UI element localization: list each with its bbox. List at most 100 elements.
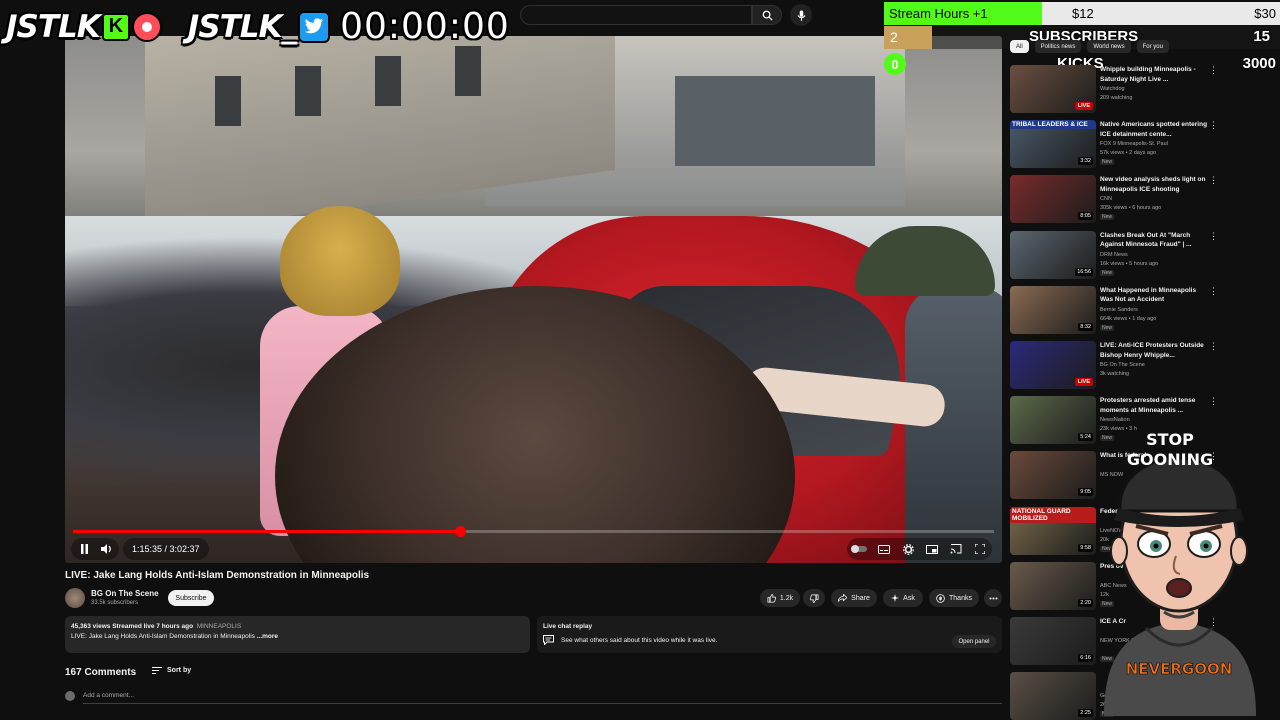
recommended-video-title[interactable]: Whipple building Minneapolis - Saturday … bbox=[1100, 65, 1208, 84]
recommended-video-title[interactable]: Native Americans spotted entering ICE de… bbox=[1100, 120, 1208, 139]
video-thumbnail[interactable]: NATIONAL GUARD MOBILIZED 9:58 bbox=[1010, 506, 1096, 555]
recommended-video[interactable]: 8:05 New video analysis sheds light on Mi… bbox=[1010, 175, 1230, 225]
new-badge: New bbox=[1100, 214, 1115, 221]
sort-label: Sort by bbox=[167, 667, 192, 674]
recommended-video-title[interactable]: Protesters arrested amid tense moments a… bbox=[1100, 396, 1208, 415]
sort-comments-button[interactable]: Sort by bbox=[152, 667, 191, 674]
recommended-channel[interactable]: Bernie Sanders bbox=[1100, 307, 1138, 313]
settings-button[interactable] bbox=[899, 541, 917, 557]
description-box[interactable]: 45,363 views Streamed live 7 hours ago M… bbox=[65, 616, 530, 653]
recommended-video[interactable]: LIVE LIVE: Anti-ICE Protesters Outside Bi… bbox=[1010, 341, 1230, 391]
kicks-target: 3000 bbox=[1242, 55, 1276, 72]
cast-button[interactable] bbox=[947, 541, 965, 557]
more-vertical-icon[interactable]: ⋮ bbox=[1209, 175, 1218, 186]
recommended-video[interactable]: 8:32 What Happened in Minneapolis Was Not… bbox=[1010, 285, 1230, 336]
thanks-icon bbox=[936, 593, 945, 603]
recommended-video-title[interactable]: What Happened in Minneapolis Was Not an … bbox=[1100, 286, 1208, 305]
recommended-video-title[interactable]: New video analysis sheds light on Minnea… bbox=[1100, 175, 1208, 194]
subtitles-button[interactable] bbox=[875, 541, 893, 557]
filter-chip[interactable]: All bbox=[1010, 40, 1029, 53]
thanks-label: Thanks bbox=[949, 594, 972, 602]
stream-hours-mid: $12 bbox=[1072, 6, 1094, 21]
miniplayer-button[interactable] bbox=[923, 541, 941, 557]
progress-bar[interactable] bbox=[73, 526, 994, 537]
recommended-meta: 305k views • 6 hours ago bbox=[1100, 205, 1162, 212]
microphone-icon bbox=[796, 10, 806, 21]
recommended-channel[interactable]: BG On The Scene bbox=[1100, 362, 1145, 368]
thumbnail-banner: NATIONAL GUARD MOBILIZED bbox=[1010, 506, 1096, 523]
video-title: LIVE: Jake Lang Holds Anti-Islam Demonst… bbox=[65, 570, 370, 581]
open-panel-button[interactable]: Open panel bbox=[952, 635, 996, 648]
cast-icon bbox=[950, 544, 962, 554]
live-chat-replay: Live chat replay See what others said ab… bbox=[537, 616, 1002, 653]
share-button[interactable]: Share bbox=[831, 589, 877, 607]
mascot-sign-line2: GOONING bbox=[1127, 450, 1213, 469]
subscribe-button[interactable]: Subscribe bbox=[168, 590, 214, 606]
video-thumbnail[interactable]: LIVE bbox=[1010, 65, 1096, 113]
recommended-video-title[interactable]: LIVE: Anti-ICE Protesters Outside Bishop… bbox=[1100, 341, 1208, 360]
more-vertical-icon[interactable]: ⋮ bbox=[1209, 396, 1218, 407]
recommended-video[interactable]: LIVE Whipple building Minneapolis - Satur… bbox=[1010, 65, 1230, 115]
subscribers-target: 15 bbox=[1253, 28, 1270, 45]
progress-scrubber[interactable] bbox=[454, 526, 466, 537]
volume-button[interactable] bbox=[96, 538, 118, 560]
autoplay-toggle[interactable] bbox=[850, 541, 868, 557]
like-count: 1.2k bbox=[779, 594, 794, 602]
more-vertical-icon[interactable]: ⋮ bbox=[1209, 120, 1218, 131]
mascot-sign-line1: STOP bbox=[1146, 430, 1194, 449]
thanks-button[interactable]: Thanks bbox=[929, 589, 979, 607]
video-thumbnail[interactable]: 8:32 bbox=[1010, 285, 1096, 334]
video-thumbnail[interactable]: LIVE bbox=[1010, 341, 1096, 389]
video-thumbnail[interactable]: 2:25 bbox=[1010, 672, 1096, 720]
recommended-meta: 209 watching bbox=[1100, 95, 1133, 101]
like-button[interactable]: 1.2k bbox=[760, 589, 800, 607]
stream-hours-goal: Stream Hours +1 $12 $30 bbox=[884, 2, 1280, 25]
recommended-channel[interactable]: CNN bbox=[1100, 196, 1112, 202]
fullscreen-button[interactable] bbox=[971, 541, 989, 557]
location-tag[interactable]: MINNEAPOLIS bbox=[197, 623, 241, 630]
search-button[interactable] bbox=[752, 5, 782, 25]
thumbs-down-icon bbox=[809, 594, 818, 603]
recommended-channel[interactable]: DRM News bbox=[1100, 252, 1128, 258]
video-thumbnail[interactable]: TRIBAL LEADERS & ICE 3:32 bbox=[1010, 120, 1096, 169]
more-actions-button[interactable] bbox=[984, 589, 1002, 607]
channel-avatar[interactable] bbox=[65, 588, 85, 608]
filter-chip[interactable]: World news bbox=[1087, 40, 1131, 53]
video-player[interactable]: 1:15:35 / 3:02:37 bbox=[65, 36, 1002, 563]
search-input[interactable] bbox=[520, 5, 752, 25]
video-scene bbox=[215, 76, 241, 126]
add-comment-input[interactable]: Add a comment... bbox=[83, 692, 134, 699]
video-scene bbox=[675, 76, 875, 166]
recommended-channel[interactable]: FOX 9 Minneapolis-St. Paul bbox=[1100, 141, 1168, 147]
video-thumbnail[interactable]: 9:05 bbox=[1010, 451, 1096, 500]
stream-brand-overlay: JSTLK K JSTLK_ 00:00:00 bbox=[6, 6, 510, 47]
filter-chip[interactable]: For you bbox=[1136, 40, 1169, 53]
recommended-video[interactable]: 16:56 Clashes Break Out At "March Against… bbox=[1010, 230, 1230, 281]
ask-button[interactable]: Ask bbox=[883, 589, 923, 607]
show-more-link[interactable]: ...more bbox=[257, 633, 278, 640]
filter-chip[interactable]: Politics news bbox=[1034, 40, 1082, 53]
thumbs-up-icon bbox=[767, 593, 776, 602]
sort-icon bbox=[152, 667, 162, 674]
video-thumbnail[interactable]: 2:20 bbox=[1010, 561, 1096, 610]
pause-button[interactable] bbox=[73, 538, 95, 560]
recommended-video[interactable]: TRIBAL LEADERS & ICE 3:32 Native Americans… bbox=[1010, 120, 1230, 170]
subscribers-count: 2 bbox=[884, 26, 932, 49]
more-vertical-icon[interactable]: ⋮ bbox=[1209, 231, 1218, 242]
more-horizontal-icon bbox=[989, 597, 997, 599]
more-vertical-icon[interactable]: ⋮ bbox=[1209, 65, 1218, 76]
video-thumbnail[interactable]: 8:05 bbox=[1010, 175, 1096, 224]
recommended-video-title[interactable]: Clashes Break Out At "March Against Minn… bbox=[1100, 231, 1208, 250]
recommended-channel[interactable]: Watchdog bbox=[1100, 86, 1125, 92]
dislike-button[interactable] bbox=[803, 589, 825, 607]
duration-badge: 16:56 bbox=[1075, 267, 1093, 276]
recommended-meta: 57k views • 2 days ago bbox=[1100, 150, 1157, 157]
more-vertical-icon[interactable]: ⋮ bbox=[1209, 286, 1218, 297]
video-thumbnail[interactable]: 6:16 bbox=[1010, 617, 1096, 665]
video-thumbnail[interactable]: 5:24 bbox=[1010, 396, 1096, 445]
video-thumbnail[interactable]: 16:56 bbox=[1010, 230, 1096, 279]
channel-name[interactable]: BG On The Scene bbox=[91, 589, 159, 598]
more-vertical-icon[interactable]: ⋮ bbox=[1209, 341, 1218, 352]
new-badge: New bbox=[1100, 269, 1115, 276]
voice-search-button[interactable] bbox=[790, 4, 812, 26]
